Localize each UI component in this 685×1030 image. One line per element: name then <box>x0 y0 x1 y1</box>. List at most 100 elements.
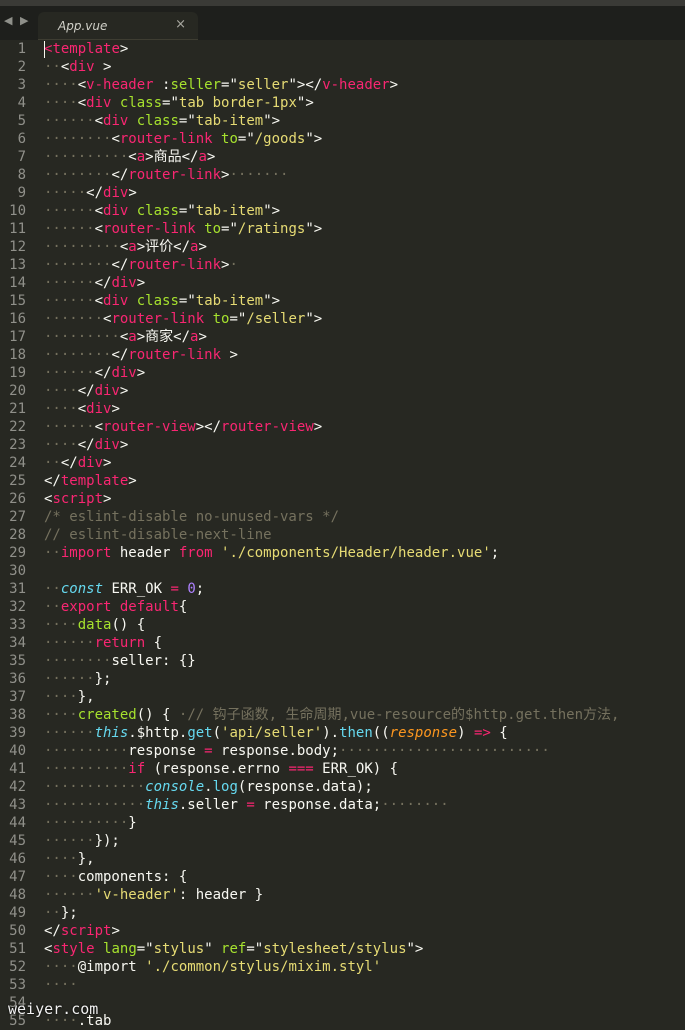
code-token: ···· <box>44 77 78 93</box>
code-token: div <box>111 275 137 291</box>
line-number: 22 <box>9 419 26 435</box>
code-token: =" <box>178 293 196 309</box>
code-token: './common/stylus/mixim.styl' <box>145 959 382 975</box>
line-number: 13 <box>9 257 26 273</box>
code-token: @import <box>77 959 146 975</box>
code-token: response <box>389 725 458 741</box>
code-token: console <box>145 779 205 795</box>
code-token: ······ <box>44 113 95 129</box>
code-token: created <box>77 707 137 723</box>
line-number: 6 <box>17 131 26 147</box>
code-token: =" <box>162 95 179 111</box>
code-line: ······'v-header': header } <box>44 886 263 904</box>
line-number: 51 <box>9 941 26 957</box>
code-line: ······}); <box>44 832 120 850</box>
code-token: response <box>128 743 205 759</box>
code-token: ( <box>212 725 222 741</box>
text-cursor <box>44 41 45 58</box>
tab-bar: ◀ ▶ App.vue × <box>0 6 685 40</box>
code-token: class <box>136 113 179 129</box>
code-token: seller: {} <box>111 653 196 669</box>
code-token: < <box>94 419 104 435</box>
code-token: > <box>119 383 129 399</box>
code-token: "> <box>305 221 323 237</box>
watermark: weiyer.com <box>8 1000 99 1018</box>
code-token: "> <box>296 95 314 111</box>
code-token: /* eslint-disable no-unused-vars */ <box>44 509 340 525</box>
code-token: ······· <box>44 311 104 327</box>
code-token: seller <box>170 77 222 93</box>
tab-nav-arrows-icon[interactable]: ◀ ▶ <box>4 14 30 27</box>
code-token: ········ <box>44 167 112 183</box>
code-token: "></ <box>288 77 323 93</box>
code-line: ·········<a>评价</a> <box>44 238 207 256</box>
code-token: tab border-1px <box>178 95 297 111</box>
tab-app-vue[interactable]: App.vue × <box>38 12 198 40</box>
code-token: </ <box>111 257 129 273</box>
code-token: ···· <box>44 401 78 417</box>
code-token: ····· <box>44 185 87 201</box>
code-token: div <box>94 383 120 399</box>
code-token: stylesheet/stylus <box>263 941 407 957</box>
code-token: div <box>86 401 112 417</box>
code-token: =" <box>246 941 264 957</box>
code-line: ······return { <box>44 634 162 652</box>
line-number: 49 <box>9 905 26 921</box>
code-token: ·· <box>44 59 61 75</box>
code-token: < <box>94 293 104 309</box>
code-line: // eslint-disable-next-line <box>44 526 272 544</box>
close-icon[interactable]: × <box>175 17 186 32</box>
code-token: ······ <box>44 365 95 381</box>
tab-title: App.vue <box>58 19 108 33</box>
code-token: </ <box>111 347 129 363</box>
line-number: 32 <box>9 599 26 615</box>
line-number: 1 <box>17 41 26 57</box>
code-line: ······</div> <box>44 274 145 292</box>
line-number: 11 <box>9 221 26 237</box>
line-number: 23 <box>9 437 26 453</box>
code-token: components: { <box>77 869 188 885</box>
code-token: { <box>178 599 188 615</box>
code-token: header <box>111 545 179 561</box>
code-token: ···· <box>44 707 78 723</box>
code-token: router-link <box>128 257 222 273</box>
code-line: ····@import './common/stylus/mixim.styl' <box>44 958 381 976</box>
code-token: to <box>204 221 222 237</box>
code-token: > <box>128 185 137 201</box>
code-token: router-view <box>103 419 196 435</box>
line-number: 24 <box>9 455 26 471</box>
code-token: ; <box>195 581 205 597</box>
line-number: 48 <box>9 887 26 903</box>
code-token: ·· <box>44 599 61 615</box>
code-token: =" <box>229 311 247 327</box>
code-token: ·· <box>44 545 61 561</box>
code-token: = <box>246 797 255 813</box>
code-token: } <box>128 815 137 831</box>
code-line: ····<div class="tab border-1px"> <box>44 94 314 112</box>
code-line: ····created() { ·// 钩子函数, 生命周期,vue-resou… <box>44 706 619 724</box>
code-token: ······ <box>44 203 95 219</box>
line-number: 44 <box>9 815 26 831</box>
code-line: ··········response = response.body;·····… <box>44 742 550 760</box>
code-token: div <box>103 113 129 129</box>
code-token: "> <box>305 311 323 327</box>
code-token: =" <box>178 113 196 129</box>
code-token: </ <box>77 437 95 453</box>
code-token: ERR_OK <box>103 581 171 597</box>
code-token: </ <box>44 923 61 939</box>
code-line: <style lang="stylus" ref="stylesheet/sty… <box>44 940 423 958</box>
code-token: to <box>221 131 238 147</box>
code-token: div <box>86 95 112 111</box>
code-token: tab-item <box>195 113 264 129</box>
line-number: 39 <box>9 725 26 741</box>
code-token: div <box>103 185 129 201</box>
code-token: default <box>119 599 179 615</box>
code-token: router-link <box>119 131 213 147</box>
code-token: > <box>119 41 129 57</box>
code-token: style <box>52 941 95 957</box>
code-token: ·· <box>44 455 61 471</box>
code-line: ······<router-view></router-view> <box>44 418 322 436</box>
code-token: => <box>473 725 491 741</box>
code-editor[interactable]: <template> ··<div > ····<v-header :seller=… <box>44 40 685 1028</box>
